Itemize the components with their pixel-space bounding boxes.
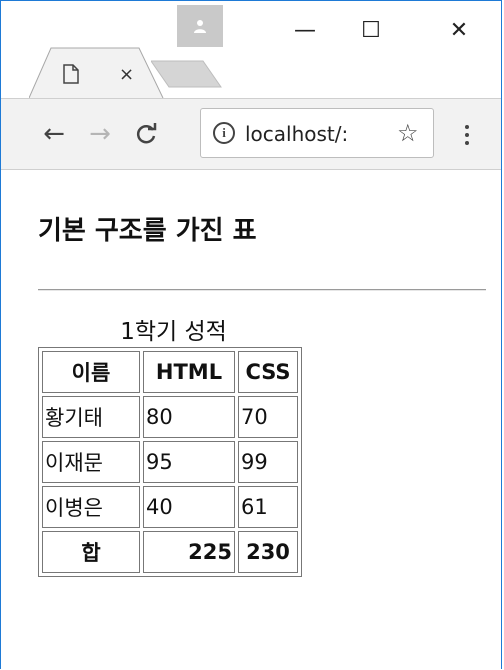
url-text[interactable]: localhost/: <box>245 121 387 147</box>
tab-close-icon[interactable]: × <box>119 64 134 85</box>
reload-button[interactable] <box>131 119 161 149</box>
cell-name: 이병은 <box>42 486 140 528</box>
reload-icon <box>136 123 157 144</box>
page-title: 기본 구조를 가진 표 <box>38 216 257 246</box>
grades-table: 이름 HTML CSS 황기태 80 70 이재문 95 99 이병은 40 6… <box>38 347 302 577</box>
info-icon[interactable]: i <box>213 122 235 144</box>
tab-content: × <box>63 61 134 87</box>
table-row: 이재문 95 99 <box>42 441 298 483</box>
back-button[interactable]: ← <box>39 119 69 149</box>
table-footer-row: 합 225 230 <box>42 531 298 573</box>
forward-icon: → <box>89 119 111 149</box>
footer-css-total: 230 <box>238 531 298 573</box>
footer-label: 합 <box>42 531 140 573</box>
cell-css: 61 <box>238 486 298 528</box>
profile-button[interactable] <box>177 5 223 47</box>
profile-icon <box>194 20 206 33</box>
cell-html: 80 <box>143 396 235 438</box>
page-icon <box>63 64 79 84</box>
horizontal-rule <box>38 289 486 291</box>
header-name: 이름 <box>42 351 140 393</box>
cell-html: 95 <box>143 441 235 483</box>
cell-name: 황기태 <box>42 396 140 438</box>
table-row: 황기태 80 70 <box>42 396 298 438</box>
cell-html: 40 <box>143 486 235 528</box>
address-bar[interactable]: i localhost/: ☆ <box>200 108 434 158</box>
close-window-button[interactable]: ✕ <box>429 15 489 45</box>
cell-name: 이재문 <box>42 441 140 483</box>
minimize-button[interactable]: — <box>275 15 335 45</box>
table-row: 이병은 40 61 <box>42 486 298 528</box>
header-html: HTML <box>143 351 235 393</box>
table-header-row: 이름 HTML CSS <box>42 351 298 393</box>
page-content: 기본 구조를 가진 표 1학기 성적 이름 HTML CSS 황기태 80 70… <box>1 170 501 670</box>
forward-button[interactable]: → <box>85 119 115 149</box>
cell-css: 99 <box>238 441 298 483</box>
table-caption: 1학기 성적 <box>120 319 227 345</box>
browser-toolbar: ← → i localhost/: ☆ <box>1 98 501 170</box>
menu-icon[interactable] <box>457 119 477 151</box>
browser-window: — ☐ ✕ × ← → i localhost/: ☆ 기본 구조를 가진 표 … <box>0 0 502 669</box>
cell-css: 70 <box>238 396 298 438</box>
footer-html-total: 225 <box>143 531 235 573</box>
title-bar: — ☐ ✕ × <box>1 1 501 99</box>
back-icon: ← <box>43 119 65 149</box>
header-css: CSS <box>238 351 298 393</box>
maximize-button[interactable]: ☐ <box>341 15 401 45</box>
tab-strip: × <box>1 47 501 99</box>
new-tab-button[interactable] <box>151 57 225 91</box>
star-icon[interactable]: ☆ <box>397 119 419 147</box>
